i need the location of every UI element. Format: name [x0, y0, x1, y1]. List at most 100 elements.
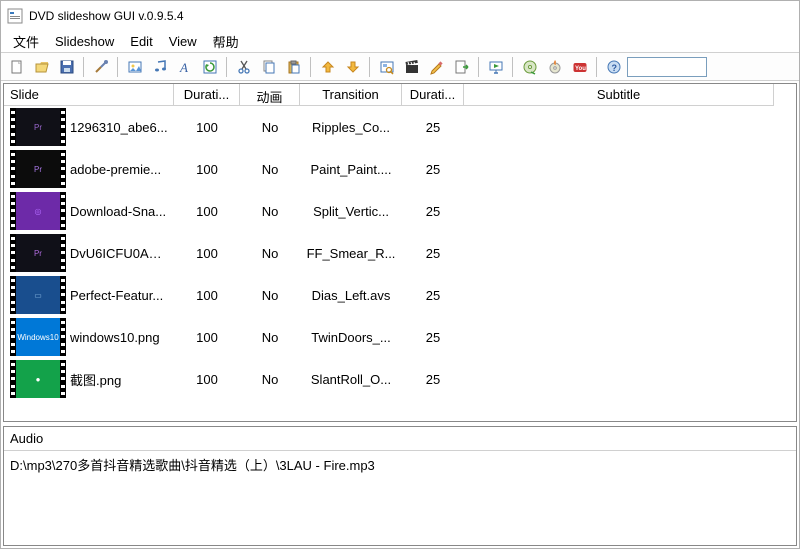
open-icon[interactable] — [30, 56, 53, 78]
transition-cell: Ripples_Co... — [300, 118, 402, 137]
toolbar-separator — [512, 57, 513, 77]
window-controls:    — [662, 1, 797, 31]
copy-icon[interactable] — [257, 56, 280, 78]
slides-panel: SlideDurati...动画TransitionDurati...Subti… — [3, 83, 797, 422]
table-row[interactable]: Windows10windows10.png100NoTwinDoors_...… — [4, 316, 796, 358]
toolbar-separator — [310, 57, 311, 77]
music-icon[interactable] — [148, 56, 171, 78]
minimize-button[interactable]:  — [662, 1, 707, 31]
anim-cell: No — [240, 118, 300, 137]
new-icon[interactable] — [5, 56, 28, 78]
audio-panel: Audio D:\mp3\270多首抖音精选歌曲\抖音精选（上）\3LAU - … — [3, 426, 797, 546]
thumb-label: Pr — [34, 249, 42, 258]
column-header[interactable]: Slide — [4, 84, 174, 106]
transition-cell: Paint_Paint.... — [300, 160, 402, 179]
menu-bar: 文件SlideshowEditView帮助 — [1, 31, 799, 53]
export-icon[interactable] — [450, 56, 473, 78]
subtitle-cell — [464, 125, 774, 129]
screen-icon[interactable] — [484, 56, 507, 78]
transition-cell: FF_Smear_R... — [300, 244, 402, 263]
transition-duration-cell: 25 — [402, 160, 464, 179]
slide-name: Download-Sna... — [70, 204, 166, 219]
slide-name: Perfect-Featur... — [70, 288, 163, 303]
table-row[interactable]: Pr1296310_abe6...100NoRipples_Co...25 — [4, 106, 796, 148]
slide-name: windows10.png — [70, 330, 160, 345]
thumb-label: ◎ — [35, 207, 42, 216]
preview-icon[interactable] — [375, 56, 398, 78]
title-bar: DVD slideshow GUI v.0.9.5.4    — [1, 1, 799, 31]
menu-slideshow[interactable]: Slideshow — [47, 32, 122, 51]
column-header[interactable]: Subtitle — [464, 84, 774, 106]
subtitle-cell — [464, 209, 774, 213]
help-icon[interactable]: ? — [602, 56, 625, 78]
menu-文件[interactable]: 文件 — [5, 30, 47, 53]
yt-icon[interactable]: You — [568, 56, 591, 78]
window-title: DVD slideshow GUI v.0.9.5.4 — [29, 9, 662, 23]
svg-text:?: ? — [611, 63, 617, 73]
table-row[interactable]: ●截图.png100NoSlantRoll_O...25 — [4, 358, 796, 400]
thumb-label: Windows10 — [17, 333, 58, 342]
duration-cell: 100 — [174, 160, 240, 179]
column-header[interactable]: 动画 — [240, 84, 300, 106]
save-icon[interactable] — [55, 56, 78, 78]
slate-icon[interactable] — [400, 56, 423, 78]
column-header[interactable]: Durati... — [174, 84, 240, 106]
table-row[interactable]: PrDvU6ICFU0AE...100NoFF_Smear_R...25 — [4, 232, 796, 274]
column-header[interactable]: Transition — [300, 84, 402, 106]
transition-duration-cell: 25 — [402, 244, 464, 263]
menu-view[interactable]: View — [161, 32, 205, 51]
paste-icon[interactable] — [282, 56, 305, 78]
duration-cell: 100 — [174, 286, 240, 305]
toolbar-textbox[interactable] — [627, 57, 707, 77]
edit-icon[interactable] — [425, 56, 448, 78]
duration-cell: 100 — [174, 244, 240, 263]
duration-cell: 100 — [174, 118, 240, 137]
menu-帮助[interactable]: 帮助 — [205, 30, 247, 53]
table-row[interactable]: ◎ Download-Sna... 100NoSplit_Vertic...25 — [4, 190, 796, 232]
anim-cell: No — [240, 202, 300, 221]
audio-path[interactable]: D:\mp3\270多首抖音精选歌曲\抖音精选（上）\3LAU - Fire.m… — [4, 451, 796, 545]
thumb-label: Pr — [34, 123, 42, 132]
disc-icon[interactable] — [518, 56, 541, 78]
slide-thumbnail: ▭ — [10, 276, 66, 314]
duration-cell: 100 — [174, 328, 240, 347]
close-button[interactable]:  — [752, 1, 797, 31]
move-up-icon[interactable] — [316, 56, 339, 78]
refresh-icon[interactable] — [198, 56, 221, 78]
menu-edit[interactable]: Edit — [122, 32, 160, 51]
thumb-label: ● — [36, 375, 41, 384]
cut-icon[interactable] — [232, 56, 255, 78]
import-img-icon[interactable] — [123, 56, 146, 78]
anim-cell: No — [240, 160, 300, 179]
subtitle-cell — [464, 167, 774, 171]
maximize-button[interactable]:  — [707, 1, 752, 31]
duration-cell: 100 — [174, 202, 240, 221]
toolbar-separator — [83, 57, 84, 77]
subtitle-cell — [464, 293, 774, 297]
slide-name: 1296310_abe6... — [70, 120, 168, 135]
table-row[interactable]: ▭ Perfect-Featur... 100NoDias_Left.avs25 — [4, 274, 796, 316]
table-row[interactable]: Pr adobe-premie... 100NoPaint_Paint....25 — [4, 148, 796, 190]
toolbar-separator — [117, 57, 118, 77]
subtitle-cell — [464, 335, 774, 339]
slide-thumbnail: ● — [10, 360, 66, 398]
toolbar-separator — [478, 57, 479, 77]
burn-icon[interactable] — [543, 56, 566, 78]
transition-cell: Dias_Left.avs — [300, 286, 402, 305]
slide-name: adobe-premie... — [70, 162, 161, 177]
transition-cell: Split_Vertic... — [300, 202, 402, 221]
column-header[interactable]: Durati... — [402, 84, 464, 106]
anim-cell: No — [240, 370, 300, 389]
app-icon — [7, 8, 23, 24]
subtitle-cell — [464, 377, 774, 381]
anim-cell: No — [240, 286, 300, 305]
font-icon[interactable]: A — [173, 56, 196, 78]
move-down-icon[interactable] — [341, 56, 364, 78]
settings-icon[interactable] — [89, 56, 112, 78]
table-body[interactable]: Pr1296310_abe6...100NoRipples_Co...25Pra… — [4, 106, 796, 421]
svg-text:You: You — [575, 66, 586, 72]
transition-duration-cell: 25 — [402, 202, 464, 221]
slide-name: 截图.png — [70, 370, 121, 389]
transition-duration-cell: 25 — [402, 286, 464, 305]
slide-thumbnail: Pr — [10, 150, 66, 188]
